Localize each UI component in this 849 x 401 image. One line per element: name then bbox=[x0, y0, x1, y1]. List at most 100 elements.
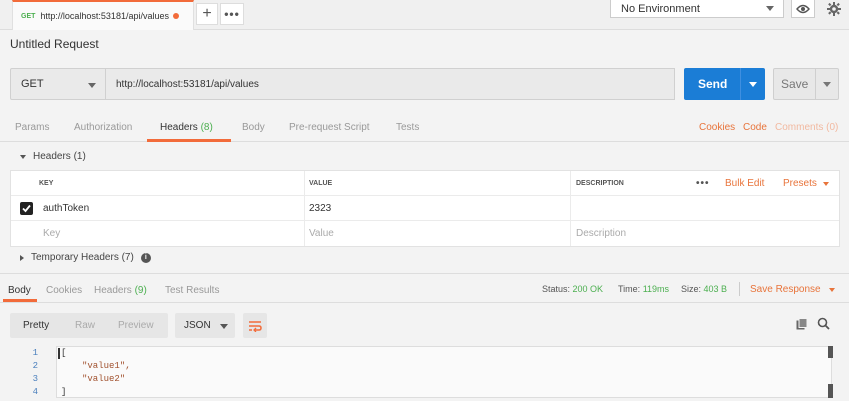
column-key: KEY bbox=[39, 180, 54, 187]
unsaved-dot-icon bbox=[172, 13, 179, 19]
header-key-cell[interactable]: authToken bbox=[43, 196, 89, 221]
save-response-label: Save Response bbox=[750, 284, 821, 295]
tab-options-button[interactable]: ••• bbox=[220, 3, 244, 25]
new-description-input[interactable]: Description bbox=[576, 221, 626, 246]
headers-table-header: KEY VALUE DESCRIPTION ••• Bulk Edit Pres… bbox=[11, 171, 839, 196]
time-readout: Time: 119ms bbox=[618, 284, 669, 294]
save-button-label: Save bbox=[781, 77, 809, 91]
active-tab-indicator bbox=[147, 139, 231, 142]
response-format-value: JSON bbox=[184, 320, 211, 331]
column-value: VALUE bbox=[309, 180, 333, 187]
tab-body[interactable]: Body bbox=[242, 122, 265, 133]
bulk-edit-button[interactable]: Bulk Edit bbox=[725, 171, 764, 196]
copy-icon bbox=[796, 318, 808, 330]
presets-label: Presets bbox=[783, 178, 817, 189]
headers-section-toggle[interactable]: Headers (1) bbox=[20, 151, 86, 162]
temporary-headers-toggle[interactable]: Temporary Headers (7) i bbox=[20, 252, 151, 263]
cookies-link[interactable]: Cookies bbox=[699, 122, 735, 133]
request-tab-method: GET bbox=[21, 12, 36, 20]
chevron-down-icon bbox=[766, 6, 774, 11]
table-row-new: Key Value Description bbox=[11, 221, 839, 246]
time-label: Time: bbox=[618, 284, 641, 294]
raw-button[interactable]: Raw bbox=[75, 320, 95, 331]
environment-select[interactable]: No Environment bbox=[610, 0, 784, 18]
response-view-group: Pretty Raw Preview bbox=[10, 313, 168, 338]
caret-right-icon bbox=[20, 254, 24, 261]
status-readout: Status: 200 OK bbox=[542, 284, 603, 294]
divider bbox=[739, 282, 740, 296]
copy-button[interactable] bbox=[796, 318, 808, 333]
request-tab[interactable]: GET http://localhost:53181/api/values bbox=[12, 0, 194, 30]
scrollbar-top[interactable] bbox=[828, 346, 833, 358]
tab-response-headers-count: (9) bbox=[134, 285, 147, 296]
new-key-input[interactable]: Key bbox=[43, 221, 60, 246]
code-frame bbox=[56, 346, 832, 398]
line-number: 3 bbox=[32, 374, 38, 384]
response-tabs: Body Cookies Headers (9) Test Results St… bbox=[0, 273, 849, 303]
headers-section-label: Headers (1) bbox=[33, 151, 86, 162]
gear-icon bbox=[827, 2, 841, 16]
request-tab-url: http://localhost:53181/api/values bbox=[40, 11, 169, 21]
tab-strip: GET http://localhost:53181/api/values + … bbox=[0, 0, 849, 30]
line-number: 2 bbox=[32, 361, 38, 371]
save-response-button[interactable]: Save Response bbox=[750, 284, 836, 295]
tab-params[interactable]: Params bbox=[15, 122, 49, 133]
info-icon[interactable]: i bbox=[140, 252, 151, 263]
tab-headers[interactable]: Headers (8) bbox=[160, 122, 213, 133]
headers-options-button[interactable]: ••• bbox=[696, 171, 710, 196]
chevron-down-icon bbox=[822, 181, 829, 186]
active-tab-indicator bbox=[3, 299, 37, 302]
tab-response-body[interactable]: Body bbox=[8, 285, 31, 296]
header-value-cell[interactable]: 2323 bbox=[309, 196, 331, 221]
search-icon bbox=[817, 317, 830, 330]
code-link[interactable]: Code bbox=[743, 122, 767, 133]
chevron-down-icon[interactable] bbox=[749, 82, 757, 87]
preview-button[interactable]: Preview bbox=[118, 320, 154, 331]
size-readout: Size: 403 B bbox=[681, 284, 727, 294]
comments-link[interactable]: Comments (0) bbox=[775, 122, 838, 133]
tab-tests[interactable]: Tests bbox=[396, 122, 419, 133]
tab-test-results[interactable]: Test Results bbox=[165, 285, 219, 296]
chevron-down-icon bbox=[829, 288, 836, 292]
column-description: DESCRIPTION bbox=[576, 180, 624, 187]
save-button[interactable]: Save bbox=[773, 68, 839, 100]
response-body-viewer[interactable]: 1 [ 2 "value1", 3 "value2" 4 ] bbox=[10, 344, 839, 401]
tab-authorization[interactable]: Authorization bbox=[74, 122, 132, 133]
status-label: Status: bbox=[542, 284, 571, 294]
request-title[interactable]: Untitled Request bbox=[10, 37, 99, 51]
temporary-headers-label: Temporary Headers (7) bbox=[31, 252, 134, 263]
presets-button[interactable]: Presets bbox=[783, 171, 829, 196]
size-value: 403 B bbox=[703, 284, 728, 294]
chevron-down-icon[interactable] bbox=[823, 82, 831, 87]
tab-response-headers[interactable]: Headers (9) bbox=[94, 285, 147, 296]
send-button-label: Send bbox=[698, 77, 728, 91]
size-label: Size: bbox=[681, 284, 702, 294]
settings-button[interactable] bbox=[820, 0, 848, 18]
chevron-down-icon bbox=[88, 83, 96, 88]
send-button[interactable]: Send bbox=[684, 68, 765, 100]
eye-icon bbox=[796, 4, 810, 13]
tab-response-cookies[interactable]: Cookies bbox=[46, 285, 82, 296]
wrap-icon bbox=[249, 320, 262, 332]
headers-table: KEY VALUE DESCRIPTION ••• Bulk Edit Pres… bbox=[10, 170, 840, 247]
caret-down-icon bbox=[20, 154, 26, 159]
code-line: ] bbox=[61, 387, 67, 397]
header-enabled-checkbox[interactable] bbox=[20, 202, 33, 215]
table-row: authToken 2323 bbox=[11, 196, 839, 221]
new-tab-button[interactable]: + bbox=[196, 3, 218, 25]
status-value: 200 OK bbox=[572, 284, 604, 294]
url-input[interactable]: http://localhost:53181/api/values bbox=[106, 68, 675, 100]
send-divider bbox=[740, 68, 741, 100]
http-method-select[interactable]: GET bbox=[10, 68, 106, 100]
time-value: 119ms bbox=[642, 284, 670, 294]
wrap-lines-button[interactable] bbox=[243, 313, 267, 338]
response-format-select[interactable]: JSON bbox=[175, 313, 235, 338]
search-button[interactable] bbox=[817, 317, 830, 333]
pretty-button[interactable]: Pretty bbox=[23, 320, 49, 331]
tab-response-headers-label: Headers bbox=[94, 285, 132, 296]
new-value-input[interactable]: Value bbox=[309, 221, 334, 246]
scrollbar-bottom[interactable] bbox=[828, 384, 833, 398]
line-number: 4 bbox=[32, 387, 38, 397]
environment-quick-look-button[interactable] bbox=[791, 0, 815, 18]
tab-prerequest-script[interactable]: Pre-request Script bbox=[289, 122, 370, 133]
